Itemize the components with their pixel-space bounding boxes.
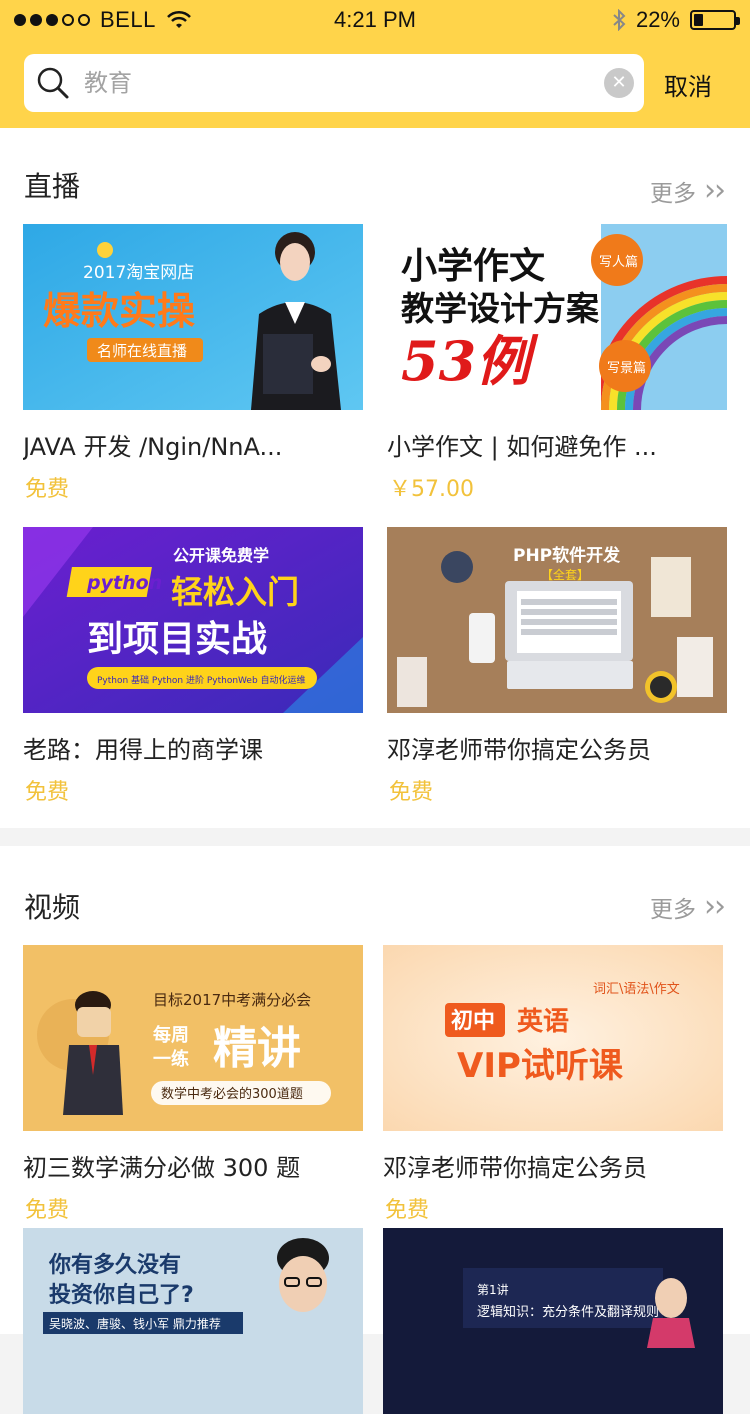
thumb-text: 初中 [451,1008,495,1034]
thumb-text: 一练 [153,1048,189,1070]
course-title: 小学作文 | 如何避免作 ... [387,433,657,461]
course-title: 邓淳老师带你搞定公务员 [387,736,651,764]
course-title: JAVA 开发 /Ngin/NnA... [23,433,283,461]
thumb-text: 数学中考必会的300道题 [161,1086,303,1102]
course-thumbnail[interactable]: 小学作文 教学设计方案 53例 写人篇 写景篇 [387,224,727,410]
thumb-text: 到项目实战 [87,619,267,660]
course-thumbnail[interactable]: 2017淘宝网店 爆款实操 名师在线直播 [23,224,363,410]
thumb-text: Python 基础 Python 进阶 PythonWeb 自动化运维 [97,674,306,686]
more-link[interactable]: 更多 ›› [650,889,726,924]
course-thumbnail[interactable]: 词汇\语法\作文 初中 英语 VIP试听课 [383,945,723,1131]
thumb-text: 词汇\语法\作文 [593,982,680,997]
thumb-text: 名师在线直播 [97,342,187,360]
course-title: 初三数学满分必做 300 题 [23,1154,301,1182]
course-thumbnail[interactable]: 公开课免费学 python 轻松入门 到项目实战 Python 基础 Pytho… [23,527,363,713]
double-chevron-right-icon: ›› [704,889,726,924]
thumb-text: 教学设计方案 [401,289,600,328]
course-thumbnail[interactable]: 目标2017中考满分必会 每周 一练 精讲 数学中考必会的300道题 [23,945,363,1131]
course-price: ￥57.00 [389,477,474,502]
course-title: 邓淳老师带你搞定公务员 [383,1154,647,1182]
thumb-text: 轻松入门 [171,573,299,611]
status-bar: BELL 4:21 PM 22% [0,0,750,42]
status-right: 22% [612,7,740,33]
course-price: 免费 [385,1198,430,1223]
thumb-text: 吴晓波、唐骏、钱小军 鼎力推荐 [49,1316,221,1331]
course-thumbnail[interactable]: 你有多久没有 投资你自己了? 吴晓波、唐骏、钱小军 鼎力推荐 [23,1228,363,1414]
bluetooth-icon [613,9,626,31]
video-section: 视频 更多 ›› 目标2017中考满分必会 每周 一练 精讲 数学中考必会的30… [0,846,750,1414]
course-thumbnail[interactable]: PHP软件开发 【全套】 [387,527,727,713]
thumb-text: 公开课免费学 [173,546,269,565]
clear-icon[interactable]: ✕ [604,68,634,98]
thumb-text: 每周 [153,1024,189,1046]
top-header: BELL 4:21 PM 22% ✕ 取消 [0,0,750,128]
search-input[interactable] [84,62,584,104]
course-price: 免费 [389,780,434,805]
thumb-text: PHP软件开发 [513,545,621,566]
thumb-text: VIP试听课 [457,1046,624,1086]
section-title: 直播 [24,170,81,203]
course-price: 免费 [25,1198,70,1223]
thumb-text: 英语 [517,1007,569,1037]
thumb-text: 投资你自己了? [49,1282,194,1308]
thumb-text: 精讲 [213,1023,301,1074]
thumb-text: 写景篇 [607,361,646,376]
cancel-button[interactable]: 取消 [664,66,734,102]
search-bar[interactable]: ✕ [24,54,644,112]
thumb-text: 写人篇 [599,255,638,270]
live-section: 直播 更多 ›› 2017淘宝网店 爆款实操 名师在线直播 JAVA 开发 /N… [0,128,750,828]
double-chevron-right-icon: ›› [704,173,726,208]
thumb-text: 你有多久没有 [48,1252,181,1278]
course-price: 免费 [25,477,70,502]
thumb-text: 53例 [401,329,539,393]
thumb-text: 小学作文 [401,245,545,287]
course-title: 老路：用得上的商学课 [23,736,263,764]
course-thumbnail[interactable]: 第1讲 逻辑知识：充分条件及翻译规则 [383,1228,723,1414]
more-label: 更多 [650,897,696,923]
section-title: 视频 [24,891,81,924]
more-link[interactable]: 更多 ›› [650,173,726,208]
thumb-text: 目标2017中考满分必会 [153,991,311,1009]
course-price: 免费 [25,780,70,805]
more-label: 更多 [650,181,696,207]
search-icon [37,67,69,99]
thumb-text: python [86,572,162,594]
thumb-text: 【全套】 [541,567,589,582]
thumb-text: 第1讲 [477,1282,509,1297]
battery-percent: 22% [635,7,680,32]
thumb-text: 逻辑知识：充分条件及翻译规则 [477,1304,659,1320]
thumb-text: 2017淘宝网店 [83,263,194,283]
battery-icon [690,10,740,30]
thumb-text: 爆款实操 [43,289,195,333]
